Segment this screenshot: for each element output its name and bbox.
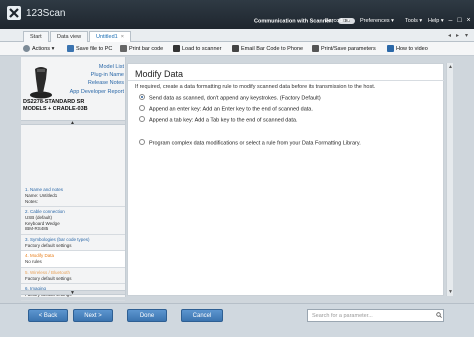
tab-scroll-right-icon[interactable]: ▸: [456, 32, 459, 39]
radio-unselected[interactable]: [139, 116, 145, 122]
menu-help[interactable]: Help ▾: [428, 18, 444, 24]
radio-unselected[interactable]: [139, 105, 145, 111]
tab-untitled1[interactable]: Untitled1 ×: [89, 31, 131, 42]
back-button[interactable]: < Back: [28, 309, 68, 322]
model-links: Model List Plug-in Name Release Notes Ap…: [70, 63, 124, 96]
step-value: Factory default settings: [25, 275, 72, 281]
model-list-link[interactable]: Model List: [70, 63, 124, 71]
option-append-enter[interactable]: Append an enter key: Add an Enter key to…: [139, 105, 313, 113]
step-value: Factory default settings: [25, 242, 72, 248]
collapse-top-bar[interactable]: ▲: [21, 120, 125, 126]
step-value: Notes:: [25, 198, 39, 204]
option-append-tab[interactable]: Append a tab key: Add a Tab key to the e…: [139, 116, 298, 124]
option-label: Append an enter key: Add an Enter key to…: [149, 106, 313, 113]
collapse-bottom-bar[interactable]: ▼: [21, 290, 125, 296]
footer-bar: < Back Next > Done Cancel: [0, 303, 474, 337]
print-barcode-button[interactable]: Print bar code: [120, 44, 163, 54]
device-name: DS2278-STANDARD SR MODELS + CRADLE-03B: [23, 99, 88, 112]
menu-preferences[interactable]: Preferences ▾: [360, 18, 394, 24]
option-label: Send data as scanned, don't append any k…: [149, 95, 321, 102]
plugin-name-link[interactable]: Plug-in Name: [70, 71, 124, 79]
next-button[interactable]: Next >: [73, 309, 113, 322]
gear-icon: [23, 45, 30, 53]
tab-list-icon[interactable]: ▾: [465, 32, 468, 39]
page-description: If required, create a data formatting ru…: [135, 84, 376, 90]
app-title: 123Scan: [26, 8, 66, 19]
radio-unselected[interactable]: [139, 139, 145, 145]
title-bar: 123Scan Communication with Scanner: ON B…: [0, 0, 474, 29]
load-icon: [173, 45, 180, 53]
save-file-button[interactable]: Save file to PC: [67, 44, 112, 54]
cancel-button[interactable]: Cancel: [181, 309, 223, 322]
document-icon: [312, 45, 319, 53]
toolbar: Actions ▾ Save file to PC Print bar code…: [0, 42, 474, 56]
done-button[interactable]: Done: [127, 309, 167, 322]
actions-button[interactable]: Actions ▾: [23, 44, 54, 54]
close-icon[interactable]: ×: [465, 17, 472, 24]
configuration-sidebar: Model List Plug-in Name Release Notes Ap…: [21, 57, 126, 328]
option-send-as-scanned[interactable]: Send data as scanned, don't append any k…: [139, 94, 321, 102]
app-logo-icon: [7, 6, 21, 20]
menu-tools[interactable]: Tools ▾: [405, 18, 422, 24]
email-icon: [232, 45, 239, 53]
scroll-up-icon[interactable]: ▲: [448, 64, 453, 70]
modify-data-panel: Modify Data If required, create a data f…: [127, 63, 444, 296]
step-wireless-bluetooth[interactable]: 5. Wireless / Bluetooth Factory default …: [21, 268, 125, 284]
divider: [128, 80, 444, 81]
menu-barcode[interactable]: Barcode ▾: [325, 18, 350, 24]
device-name-line1: DS2278-STANDARD SR: [23, 99, 85, 105]
tab-bar: Start Data view Untitled1 × ◂ ▸ ▾: [0, 29, 474, 42]
load-to-scanner-button[interactable]: Load to scanner: [173, 44, 221, 54]
step-modify-data[interactable]: 4. Modify Data No rules: [21, 251, 125, 268]
step-symbologies[interactable]: 3. Symbologies (bar code types) Factory …: [21, 235, 125, 251]
maximize-icon[interactable]: □: [456, 17, 463, 24]
step-name-and-notes[interactable]: 1. Name and notes Name: Untitled1 Notes:: [21, 185, 125, 207]
radio-selected[interactable]: [139, 94, 145, 100]
app-developer-report-link[interactable]: App Developer Report: [70, 88, 124, 96]
option-label: Program complex data modifications or se…: [149, 140, 361, 147]
tab-untitled1-label: Untitled1: [96, 34, 118, 40]
collapse-up-icon: ▲: [70, 120, 75, 126]
scanner-image: [30, 67, 52, 99]
device-name-line2: MODELS + CRADLE-03B: [23, 105, 88, 112]
printer-icon: [120, 45, 127, 53]
scroll-down-icon[interactable]: ▼: [448, 289, 453, 295]
minimize-icon[interactable]: –: [447, 17, 454, 24]
video-icon: [387, 45, 394, 53]
step-value: IBM-RS485: [25, 226, 49, 231]
email-barcode-button[interactable]: Email Bar Code to Phone: [232, 44, 303, 54]
vertical-scrollbar[interactable]: ▲ ▼: [446, 63, 453, 296]
search-icon[interactable]: [436, 312, 442, 318]
communication-label: Communication with Scanner:: [254, 18, 334, 25]
option-label: Append a tab key: Add a Tab key to the e…: [149, 117, 298, 124]
how-to-video-button[interactable]: How to video: [387, 44, 428, 54]
print-save-parameters-button[interactable]: Print/Save parameters: [312, 44, 376, 54]
page-title: Modify Data: [135, 69, 184, 79]
collapse-down-icon: ▼: [70, 290, 75, 296]
tab-start[interactable]: Start: [23, 31, 49, 42]
step-cable-connection[interactable]: 2. Cable connection USB (default) Keyboa…: [21, 207, 125, 235]
save-icon: [67, 45, 74, 53]
release-notes-link[interactable]: Release Notes: [70, 79, 124, 87]
option-complex-modifications[interactable]: Program complex data modifications or se…: [139, 139, 361, 147]
parameter-search-input[interactable]: [307, 309, 444, 322]
tab-data-view[interactable]: Data view: [50, 31, 89, 42]
tab-scroll-left-icon[interactable]: ◂: [448, 32, 451, 39]
step-value: No rules: [25, 259, 42, 264]
